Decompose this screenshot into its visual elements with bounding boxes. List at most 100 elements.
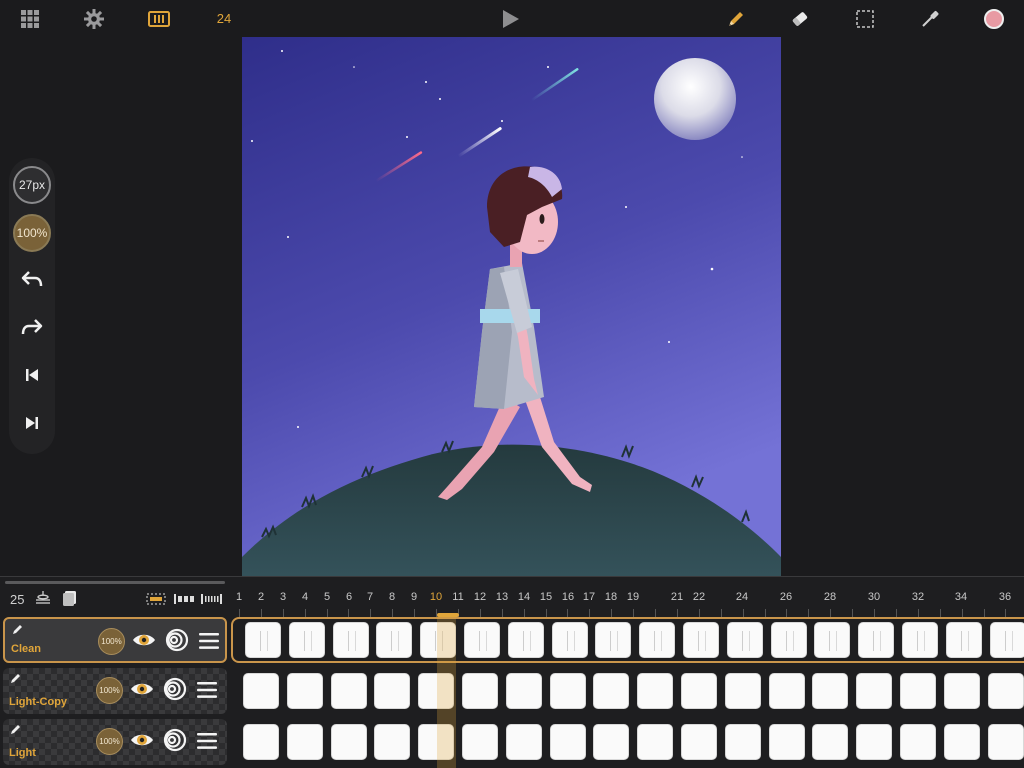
ruler-frame-number[interactable]: 26 [780,591,792,603]
frame-cell[interactable] [420,622,457,658]
ruler-frame-number[interactable]: 8 [389,591,395,603]
frame-cell[interactable] [814,622,851,658]
frame-cell[interactable] [374,724,411,760]
frame-cell[interactable] [856,673,893,709]
frame-cell[interactable] [726,622,763,658]
ruler-frame-number[interactable]: 30 [868,591,880,603]
frame-spacing-icon[interactable] [174,592,196,610]
ruler-frame-number[interactable]: 19 [627,591,639,603]
frame-cell[interactable] [683,622,719,658]
ruler-frame-number[interactable]: 10 [430,591,442,603]
frame-cell[interactable] [286,724,323,760]
layer-light[interactable]: Light 100% [3,719,227,765]
frame-cell[interactable] [245,622,281,658]
frame-cell[interactable] [505,673,542,709]
frame-cell[interactable] [464,622,500,658]
fps-label[interactable]: 24 [210,0,238,37]
frame-cell[interactable] [681,724,717,760]
frame-cell[interactable] [330,724,367,760]
frame-cell[interactable] [418,673,455,709]
frame-cell[interactable] [989,622,1024,658]
previous-frame-icon[interactable] [17,360,47,390]
frame-cell[interactable] [551,622,588,658]
frame-cell[interactable] [900,724,936,760]
ruler-frame-number[interactable]: 12 [474,591,486,603]
frame-cell[interactable] [945,622,982,658]
ruler-frame-number[interactable]: 16 [562,591,574,603]
brush-size-control[interactable]: 27px [13,166,51,204]
hamburger-menu-icon[interactable] [197,732,217,755]
frame-cell[interactable] [595,622,632,658]
ruler-frame-number[interactable]: 36 [999,591,1011,603]
timeline-scrollbar[interactable] [5,581,225,584]
frame-cell[interactable] [418,724,455,760]
timeline-fps-label[interactable]: 25 [10,592,24,607]
frame-cell[interactable] [505,724,542,760]
ruler-frame-number[interactable]: 2 [258,591,264,603]
eye-icon[interactable] [130,680,154,703]
ruler-frame-number[interactable]: 24 [736,591,748,603]
ruler-frame-number[interactable]: 14 [518,591,530,603]
frame-cell[interactable] [943,724,980,760]
film-icon[interactable] [147,0,171,37]
grid-icon[interactable] [18,0,42,37]
undo-icon[interactable] [17,264,47,294]
frame-cell[interactable] [462,673,498,709]
frame-cell[interactable] [593,724,630,760]
frame-cell[interactable] [681,673,717,709]
ruler-frame-number[interactable]: 32 [912,591,924,603]
frame-cell[interactable] [856,724,893,760]
frame-density-icon[interactable] [201,592,223,610]
frame-cell[interactable] [812,724,849,760]
ruler-frame-number[interactable]: 3 [280,591,286,603]
hamburger-menu-icon[interactable] [197,681,217,704]
layer-opacity[interactable]: 100% [96,728,123,755]
hamburger-menu-icon[interactable] [199,632,219,655]
layer-clean[interactable]: Clean 100% [3,617,227,663]
frame-cell[interactable] [507,622,544,658]
frame-cell[interactable] [243,724,279,760]
ruler-frame-number[interactable]: 13 [496,591,508,603]
frame-cell[interactable] [286,673,323,709]
redo-icon[interactable] [17,312,47,342]
eyedropper-icon[interactable] [918,0,942,37]
frame-cell[interactable] [637,673,674,709]
frame-cell[interactable] [549,673,586,709]
opacity-control[interactable]: 100% [13,214,51,252]
pencil-icon[interactable] [724,0,748,37]
ruler-frame-number[interactable]: 18 [605,591,617,603]
frame-cell[interactable] [858,622,895,658]
frame-cell[interactable] [639,622,676,658]
frame-cell[interactable] [943,673,980,709]
eraser-icon[interactable] [788,0,812,37]
drawing-canvas[interactable] [242,37,781,576]
eye-icon[interactable] [132,631,156,654]
frame-select-icon[interactable] [146,592,166,610]
frame-cell[interactable] [768,673,805,709]
ruler-frame-number[interactable]: 4 [302,591,308,603]
frame-cell[interactable] [902,622,938,658]
frame-cell[interactable] [330,673,367,709]
frame-cell[interactable] [376,622,413,658]
ruler-frame-number[interactable]: 15 [540,591,552,603]
frame-cell[interactable] [770,622,807,658]
onion-stack-icon[interactable] [34,590,52,611]
ruler-frame-number[interactable]: 34 [955,591,967,603]
frame-cell[interactable] [768,724,805,760]
play-icon[interactable] [499,0,523,37]
ruler-frame-number[interactable]: 7 [367,591,373,603]
selection-icon[interactable] [853,0,877,37]
add-layer-icon[interactable] [62,590,78,611]
ruler-frame-number[interactable]: 1 [236,591,242,603]
ruler-frame-number[interactable]: 21 [671,591,683,603]
frame-cell[interactable] [243,673,279,709]
frame-cell[interactable] [374,673,411,709]
ruler-frame-number[interactable]: 17 [583,591,595,603]
frame-cell[interactable] [288,622,325,658]
ruler-frame-number[interactable]: 28 [824,591,836,603]
ruler-frame-number[interactable]: 22 [693,591,705,603]
frame-cell[interactable] [462,724,498,760]
ruler-frame-number[interactable]: 9 [411,591,417,603]
frame-cell[interactable] [812,673,849,709]
onion-skin-icon[interactable] [163,728,187,757]
